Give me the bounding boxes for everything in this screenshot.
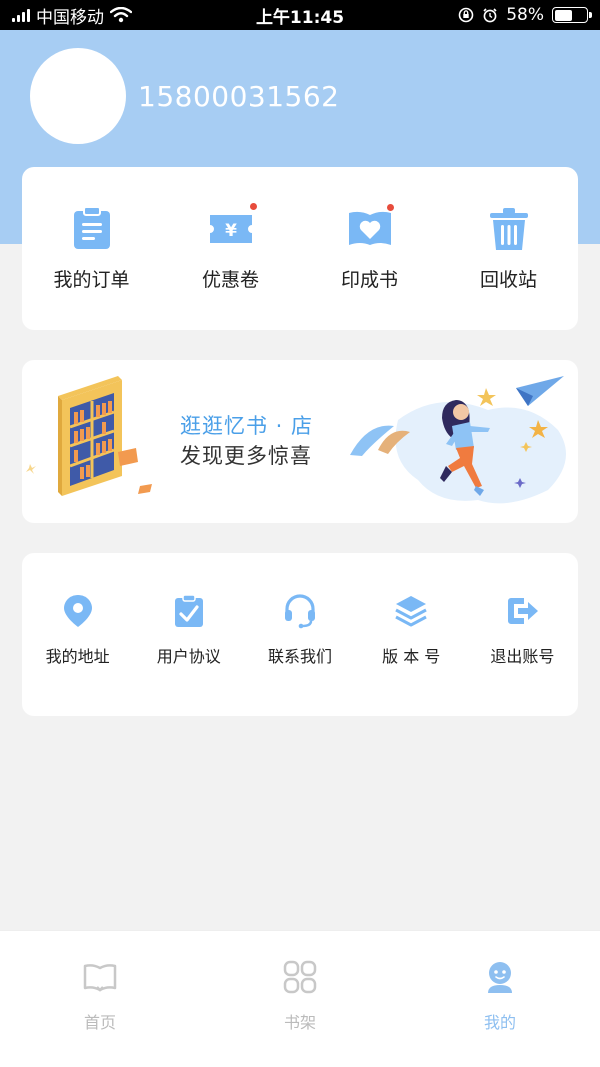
reading-girl-illustration — [350, 376, 566, 504]
book-open-icon — [83, 964, 117, 992]
avatar[interactable] — [30, 48, 126, 144]
service-item-agreement[interactable]: 用户协议 — [133, 553, 244, 716]
banner-title: 逛逛忆书 · 店 — [180, 414, 314, 438]
bookstore-banner[interactable]: 逛逛忆书 · 店 发现更多惊喜 — [22, 360, 578, 523]
orders-item-my-orders[interactable]: 我的订单 — [22, 167, 161, 330]
order-card: 我的订单 ¥ 优惠卷 印成书 回收站 — [22, 167, 578, 330]
coupon-badge — [248, 202, 258, 211]
service-item-address[interactable]: 我的地址 — [22, 553, 133, 716]
user-icon — [488, 962, 512, 993]
trash-icon — [485, 205, 533, 253]
battery-icon — [552, 7, 592, 23]
tab-bookshelf[interactable]: 书架 — [200, 931, 400, 1067]
heart-book-icon — [346, 203, 395, 253]
tab-label: 我的 — [483, 1013, 516, 1032]
coupon-icon: ¥ — [207, 202, 258, 253]
battery-percent: 58% — [506, 5, 544, 25]
orders-item-coupons[interactable]: ¥ 优惠卷 — [161, 167, 300, 330]
orders-item-print-book[interactable]: 印成书 — [300, 167, 439, 330]
status-bar: 中国移动 上午11:45 58% — [0, 0, 600, 30]
status-time: 上午11:45 — [255, 7, 345, 28]
orders-item-label: 印成书 — [340, 269, 398, 291]
service-item-label: 版 本 号 — [382, 647, 441, 666]
service-item-label: 我的地址 — [45, 647, 110, 666]
tab-mine[interactable]: 我的 — [400, 931, 600, 1067]
service-item-logout[interactable]: 退出账号 — [467, 553, 578, 716]
location-pin-icon — [63, 595, 92, 627]
banner-subtitle: 发现更多惊喜 — [180, 444, 312, 468]
service-item-contact[interactable]: 联系我们 — [244, 553, 355, 716]
orientation-lock-icon — [458, 7, 474, 23]
service-card: 我的地址 用户协议 联系我们 版 本 号 退出账号 — [22, 553, 578, 716]
logout-icon — [508, 598, 539, 624]
bottom-tab-bar: 首页 书架 我的 — [0, 930, 600, 1067]
phone-number: 15800031562 — [138, 80, 340, 113]
orders-item-label: 回收站 — [479, 269, 537, 291]
carrier-label: 中国移动 — [36, 7, 104, 28]
agreement-icon — [174, 594, 203, 627]
service-item-label: 用户协议 — [156, 647, 221, 666]
tab-label: 首页 — [83, 1013, 116, 1032]
signal-icon — [12, 8, 30, 22]
wifi-icon — [110, 7, 132, 23]
grid-icon — [283, 960, 317, 994]
headset-icon — [285, 594, 315, 629]
svg-text:¥: ¥ — [225, 221, 237, 241]
clipboard-icon — [68, 205, 116, 253]
service-item-label: 退出账号 — [490, 647, 555, 666]
orders-item-label: 优惠卷 — [201, 269, 259, 291]
orders-item-label: 我的订单 — [53, 269, 130, 291]
service-item-label: 联系我们 — [268, 647, 333, 666]
tab-home[interactable]: 首页 — [0, 931, 200, 1067]
alarm-icon — [483, 8, 497, 23]
layers-icon — [395, 596, 427, 627]
service-item-version[interactable]: 版 本 号 — [356, 553, 467, 716]
orders-item-recycle-bin[interactable]: 回收站 — [439, 167, 578, 330]
bookshelf-illustration — [26, 376, 152, 496]
print-book-badge — [385, 203, 395, 212]
tab-label: 书架 — [283, 1013, 316, 1032]
